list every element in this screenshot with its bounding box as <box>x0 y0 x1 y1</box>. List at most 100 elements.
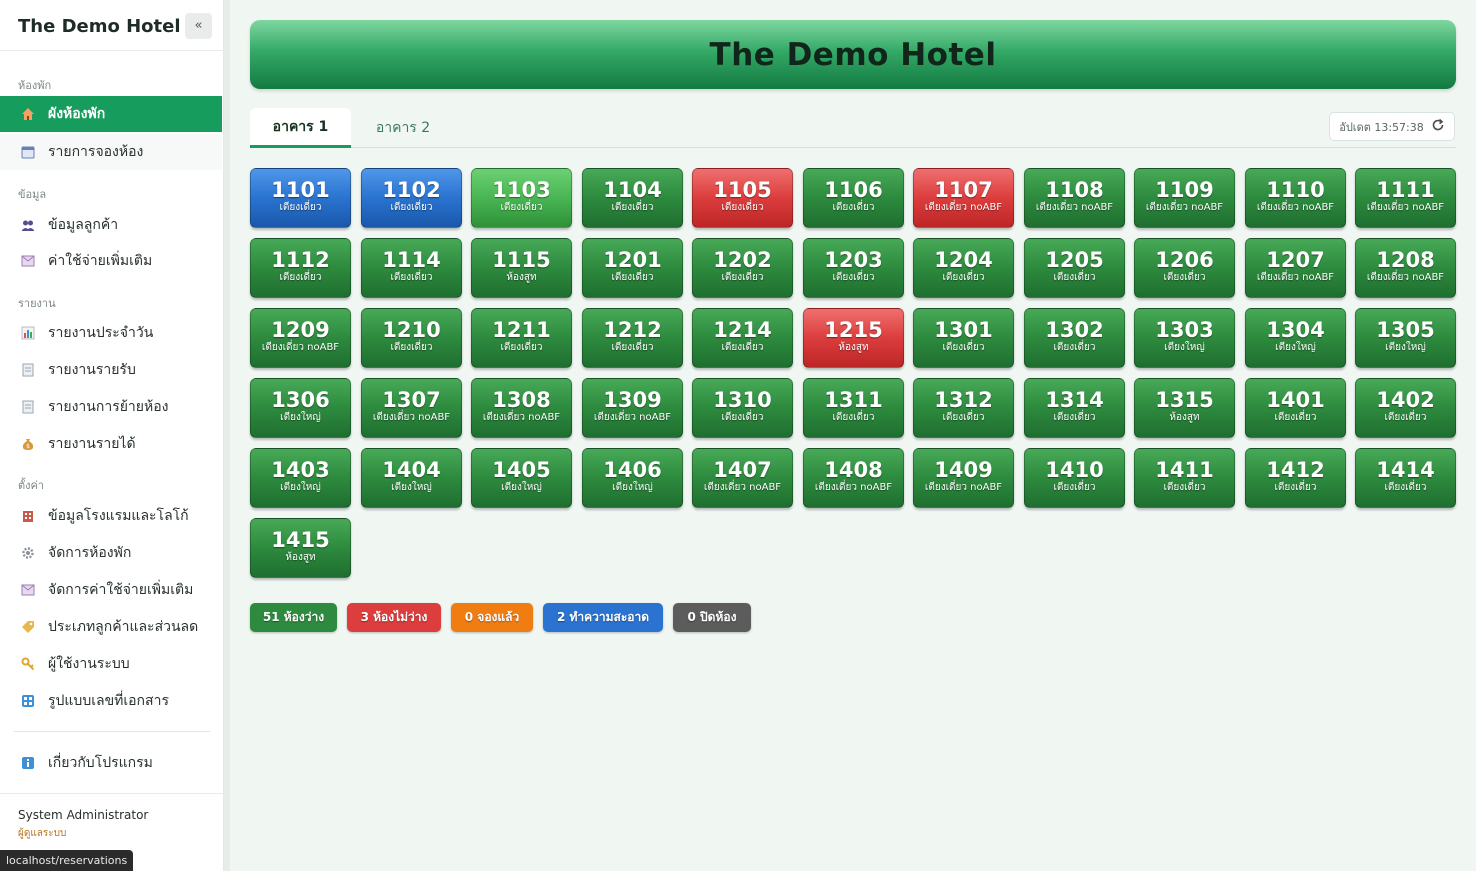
room-tile[interactable]: 1414 เตียงเดี่ยว <box>1355 448 1456 508</box>
room-type: เตียงเดี่ยว noABF <box>593 412 672 423</box>
room-tile[interactable]: 1315 ห้องสูท <box>1134 378 1235 438</box>
room-tile[interactable]: 1109 เตียงเดี่ยว noABF <box>1134 168 1235 228</box>
room-tile[interactable]: 1201 เตียงเดี่ยว <box>582 238 683 298</box>
room-tile[interactable]: 1412 เตียงเดี่ยว <box>1245 448 1346 508</box>
sidebar-scrollbar[interactable] <box>224 0 230 871</box>
room-tile[interactable]: 1105 เตียงเดี่ยว <box>692 168 793 228</box>
nav-manage-rooms[interactable]: จัดการห้องพัก <box>0 535 222 571</box>
room-number: 1207 <box>1266 248 1325 272</box>
nav-label: เกี่ยวกับโปรแกรม <box>48 755 153 771</box>
room-type: เตียงเดี่ยว <box>390 202 433 213</box>
update-time: อัปเดต 13:57:38 <box>1339 120 1424 134</box>
room-tile[interactable]: 1304 เตียงใหญ่ <box>1245 308 1346 368</box>
collapse-sidebar-button[interactable]: « <box>185 13 212 39</box>
room-tile[interactable]: 1104 เตียงเดี่ยว <box>582 168 683 228</box>
room-type: ห้องสูท <box>1169 412 1200 423</box>
room-tile[interactable]: 1203 เตียงเดี่ยว <box>803 238 904 298</box>
info-icon <box>20 755 36 771</box>
room-tile[interactable]: 1309 เตียงเดี่ยว noABF <box>582 378 683 438</box>
room-tile[interactable]: 1311 เตียงเดี่ยว <box>803 378 904 438</box>
room-tile[interactable]: 1102 เตียงเดี่ยว <box>361 168 462 228</box>
status-bar-url: localhost/reservations <box>0 850 134 871</box>
refresh-button[interactable]: อัปเดต 13:57:38 <box>1329 112 1455 141</box>
scrollbar-thumb[interactable] <box>224 0 230 871</box>
room-tile[interactable]: 1409 เตียงเดี่ยว noABF <box>913 448 1014 508</box>
nav-document-numbering[interactable]: รูปแบบเลขที่เอกสาร <box>0 683 222 719</box>
nav-system-users[interactable]: ผู้ใช้งานระบบ <box>0 646 222 682</box>
legend-badge: 0 ปิดห้อง <box>673 603 751 632</box>
room-type: เตียงใหญ่ <box>1164 342 1205 353</box>
room-tile[interactable]: 1207 เตียงเดี่ยว noABF <box>1245 238 1346 298</box>
nav-manage-extra-charges[interactable]: จัดการค่าใช้จ่ายเพิ่มเติม <box>0 572 222 608</box>
room-tile[interactable]: 1211 เตียงเดี่ยว <box>471 308 572 368</box>
room-tile[interactable]: 1110 เตียงเดี่ยว noABF <box>1245 168 1346 228</box>
room-tile[interactable]: 1408 เตียงเดี่ยว noABF <box>803 448 904 508</box>
room-number: 1210 <box>382 318 441 342</box>
room-tile[interactable]: 1204 เตียงเดี่ยว <box>913 238 1014 298</box>
nav-room-move-report[interactable]: รายงานการย้ายห้อง <box>0 389 222 425</box>
room-tile[interactable]: 1202 เตียงเดี่ยว <box>692 238 793 298</box>
room-tile[interactable]: 1206 เตียงเดี่ยว <box>1134 238 1235 298</box>
room-tile[interactable]: 1209 เตียงเดี่ยว noABF <box>250 308 351 368</box>
nav-label: รายการจองห้อง <box>48 144 144 160</box>
room-tile[interactable]: 1406 เตียงใหญ่ <box>582 448 683 508</box>
room-tile[interactable]: 1212 เตียงเดี่ยว <box>582 308 683 368</box>
room-tile[interactable]: 1101 เตียงเดี่ยว <box>250 168 351 228</box>
room-tile[interactable]: 1108 เตียงเดี่ยว noABF <box>1024 168 1125 228</box>
nav-income-report[interactable]: $ รายงานรายได้ <box>0 426 222 462</box>
nav-daily-report[interactable]: รายงานประจำวัน <box>0 315 222 351</box>
user-name: System Administrator <box>18 808 149 822</box>
room-tile[interactable]: 1306 เตียงใหญ่ <box>250 378 351 438</box>
room-number: 1305 <box>1376 318 1435 342</box>
room-tile[interactable]: 1308 เตียงเดี่ยว noABF <box>471 378 572 438</box>
room-tile[interactable]: 1210 เตียงเดี่ยว <box>361 308 462 368</box>
room-number: 1312 <box>934 388 993 412</box>
room-tile[interactable]: 1401 เตียงเดี่ยว <box>1245 378 1346 438</box>
room-tile[interactable]: 1115 ห้องสูท <box>471 238 572 298</box>
room-tile[interactable]: 1112 เตียงเดี่ยว <box>250 238 351 298</box>
room-tile[interactable]: 1403 เตียงใหญ่ <box>250 448 351 508</box>
room-tile[interactable]: 1111 เตียงเดี่ยว noABF <box>1355 168 1456 228</box>
refresh-icon <box>1431 117 1445 136</box>
nav-receipts-report[interactable]: รายงานรายรับ <box>0 352 222 388</box>
nav-reservations[interactable]: รายการจองห้อง <box>0 134 222 170</box>
key-icon <box>20 656 36 672</box>
room-tile[interactable]: 1405 เตียงใหญ่ <box>471 448 572 508</box>
room-tile[interactable]: 1205 เตียงเดี่ยว <box>1024 238 1125 298</box>
room-tile[interactable]: 1214 เตียงเดี่ยว <box>692 308 793 368</box>
room-tile[interactable]: 1305 เตียงใหญ่ <box>1355 308 1456 368</box>
sidebar: The Demo Hotel « ห้องพัก ผังห้องพัก รายก… <box>0 0 224 871</box>
room-tile[interactable]: 1310 เตียงเดี่ยว <box>692 378 793 438</box>
room-type: เตียงเดี่ยว <box>500 342 543 353</box>
room-tile[interactable]: 1404 เตียงใหญ่ <box>361 448 462 508</box>
room-tile[interactable]: 1410 เตียงเดี่ยว <box>1024 448 1125 508</box>
room-tile[interactable]: 1301 เตียงเดี่ยว <box>913 308 1014 368</box>
room-tile[interactable]: 1411 เตียงเดี่ยว <box>1134 448 1235 508</box>
room-type: เตียงใหญ่ <box>501 482 542 493</box>
room-tile[interactable]: 1407 เตียงเดี่ยว noABF <box>692 448 793 508</box>
room-tile[interactable]: 1106 เตียงเดี่ยว <box>803 168 904 228</box>
room-tile[interactable]: 1314 เตียงเดี่ยว <box>1024 378 1125 438</box>
room-tile[interactable]: 1302 เตียงเดี่ยว <box>1024 308 1125 368</box>
legend-badge: 0 จองแล้ว <box>451 603 533 632</box>
nav-about[interactable]: เกี่ยวกับโปรแกรม <box>0 745 222 781</box>
room-tile[interactable]: 1107 เตียงเดี่ยว noABF <box>913 168 1014 228</box>
room-tile[interactable]: 1103 เตียงเดี่ยว <box>471 168 572 228</box>
room-tile[interactable]: 1208 เตียงเดี่ยว noABF <box>1355 238 1456 298</box>
nav-extra-charges[interactable]: ค่าใช้จ่ายเพิ่มเติม <box>0 243 222 279</box>
nav-room-map[interactable]: ผังห้องพัก <box>0 96 222 132</box>
room-number: 1409 <box>934 458 993 482</box>
room-tile[interactable]: 1303 เตียงใหญ่ <box>1134 308 1235 368</box>
tab-building-1[interactable]: อาคาร 1 <box>250 108 351 148</box>
nav-customers[interactable]: ข้อมูลลูกค้า <box>0 207 222 243</box>
room-tile[interactable]: 1415 ห้องสูท <box>250 518 351 578</box>
room-tile[interactable]: 1114 เตียงเดี่ยว <box>361 238 462 298</box>
room-tile[interactable]: 1307 เตียงเดี่ยว noABF <box>361 378 462 438</box>
room-tile[interactable]: 1402 เตียงเดี่ยว <box>1355 378 1456 438</box>
nav-hotel-info[interactable]: ข้อมูลโรงแรมและโลโก้ <box>0 498 222 534</box>
tab-building-2[interactable]: อาคาร 2 <box>361 108 445 148</box>
room-tile[interactable]: 1312 เตียงเดี่ยว <box>913 378 1014 438</box>
room-tile[interactable]: 1215 ห้องสูท <box>803 308 904 368</box>
brand-title: The Demo Hotel <box>18 16 181 37</box>
nav-customer-types[interactable]: ประเภทลูกค้าและส่วนลด <box>0 609 222 645</box>
